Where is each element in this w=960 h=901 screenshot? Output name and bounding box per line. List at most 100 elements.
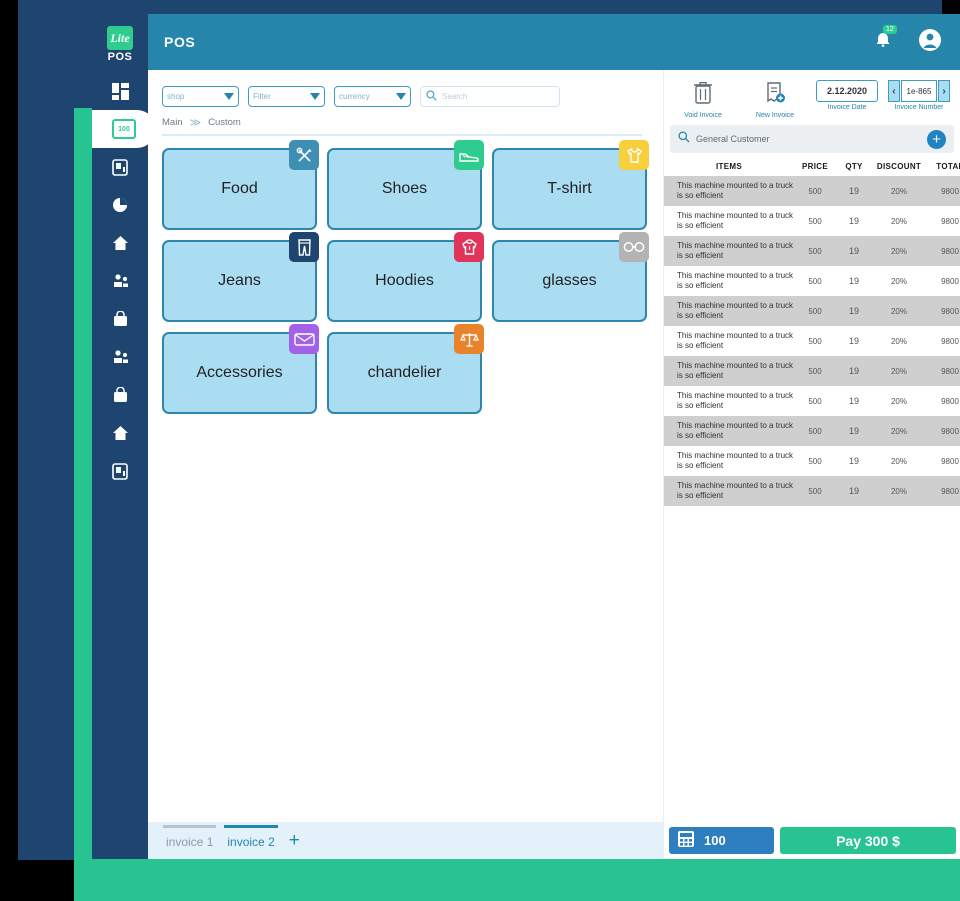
shop-dropdown[interactable]: shop bbox=[162, 86, 239, 107]
tab-indicator bbox=[224, 825, 278, 828]
sidebar-item-customers[interactable] bbox=[92, 262, 148, 300]
new-invoice-label: New Invoice bbox=[755, 112, 795, 119]
user-avatar[interactable] bbox=[918, 28, 942, 57]
item-total: 9800 bbox=[941, 216, 959, 226]
invoice-tab-label: invoice 1 bbox=[166, 835, 214, 849]
column-header-discount: DISCOUNT bbox=[876, 162, 922, 171]
invoice-next-button[interactable]: › bbox=[938, 80, 951, 102]
invoice-number-value[interactable]: 1e-865 bbox=[900, 80, 938, 102]
sidebar-item-invoices[interactable] bbox=[92, 148, 148, 186]
invoice-number-field[interactable]: ‹ 1e-865 › Invoice Number bbox=[888, 80, 951, 111]
item-qty: 19 bbox=[848, 486, 859, 496]
home-icon bbox=[112, 235, 129, 251]
item-description: This machine mounted to a truck is so ef… bbox=[677, 301, 794, 320]
customer-selector[interactable]: General Customer + bbox=[670, 125, 954, 153]
item-description: This machine mounted to a truck is so ef… bbox=[677, 241, 794, 260]
icon-sidebar: Lite POS 100 bbox=[92, 14, 156, 859]
item-description: This machine mounted to a truck is so ef… bbox=[677, 391, 794, 410]
table-row[interactable]: This machine mounted to a truck is so ef… bbox=[664, 296, 960, 326]
category-tile-food[interactable]: Food bbox=[162, 140, 319, 230]
sneaker-icon bbox=[454, 140, 484, 170]
sidebar-item-reports[interactable] bbox=[92, 186, 148, 224]
category-tile-glasses[interactable]: glasses bbox=[492, 232, 649, 322]
item-total: 9800 bbox=[941, 246, 959, 256]
table-row[interactable]: This machine mounted to a truck is so ef… bbox=[664, 236, 960, 266]
currency-dropdown-value: currency bbox=[339, 92, 370, 101]
table-row[interactable]: This machine mounted to a truck is so ef… bbox=[664, 386, 960, 416]
item-description: This machine mounted to a truck is so ef… bbox=[677, 331, 794, 350]
item-discount: 20% bbox=[890, 216, 907, 226]
tshirt-icon bbox=[619, 140, 649, 170]
sidebar-item-settings[interactable] bbox=[92, 452, 148, 490]
breadcrumb-root[interactable]: Main bbox=[162, 117, 183, 128]
invoice-tab-2[interactable]: invoice 2 bbox=[224, 825, 278, 849]
table-row[interactable]: This machine mounted to a truck is so ef… bbox=[664, 326, 960, 356]
item-discount: 20% bbox=[890, 366, 907, 376]
invoice-date-label: Invoice Date bbox=[827, 104, 867, 111]
table-row[interactable]: This machine mounted to a truck is so ef… bbox=[664, 416, 960, 446]
item-total: 9800 bbox=[941, 306, 959, 316]
item-discount: 20% bbox=[890, 306, 907, 316]
void-invoice-button[interactable]: Void Invoice bbox=[672, 80, 734, 119]
category-tile-chandelier[interactable]: chandelier bbox=[327, 324, 484, 414]
category-tile-tshirt[interactable]: T-shirt bbox=[492, 140, 649, 230]
item-discount: 20% bbox=[890, 456, 907, 466]
invoice-date-field[interactable]: 2.12.2020 Invoice Date bbox=[816, 80, 878, 111]
notifications-button[interactable]: 12 bbox=[874, 24, 897, 54]
scales-icon bbox=[454, 324, 484, 354]
sidebar-item-dashboard[interactable] bbox=[92, 72, 148, 110]
invoice-tab-1[interactable]: invoice 1 bbox=[163, 825, 217, 849]
filter-dropdown[interactable]: Filter bbox=[248, 86, 325, 107]
table-row[interactable]: This machine mounted to a truck is so ef… bbox=[664, 476, 960, 506]
invoice-items-table: ITEMS PRICE QTY DISCOUNT TOTAL This mach… bbox=[664, 157, 960, 506]
table-row[interactable]: This machine mounted to a truck is so ef… bbox=[664, 356, 960, 386]
table-row[interactable]: This machine mounted to a truck is so ef… bbox=[664, 176, 960, 206]
category-tile-accessories[interactable]: Accessories bbox=[162, 324, 319, 414]
chevron-right-icon: ≫ bbox=[189, 117, 202, 129]
sidebar-item-products[interactable] bbox=[92, 300, 148, 338]
brand-mark: Lite bbox=[107, 26, 133, 50]
item-price: 500 bbox=[808, 186, 822, 196]
item-price: 500 bbox=[808, 276, 822, 286]
new-invoice-button[interactable]: New Invoice bbox=[744, 80, 806, 119]
invoice-prev-button[interactable]: ‹ bbox=[888, 80, 900, 102]
item-discount: 20% bbox=[890, 486, 907, 496]
category-tile-shoes[interactable]: Shoes bbox=[327, 140, 484, 230]
breadcrumb-current[interactable]: Custom bbox=[208, 117, 241, 128]
pay-button[interactable]: Pay 300 $ bbox=[780, 827, 956, 854]
table-row[interactable]: This machine mounted to a truck is so ef… bbox=[664, 446, 960, 476]
add-customer-button[interactable]: + bbox=[927, 129, 946, 149]
category-tile-hoodies[interactable]: Hoodies bbox=[327, 232, 484, 322]
item-qty: 19 bbox=[848, 276, 859, 286]
add-invoice-tab-button[interactable]: + bbox=[289, 831, 300, 850]
item-price: 500 bbox=[808, 306, 822, 316]
invoice-date-value: 2.12.2020 bbox=[816, 80, 878, 102]
sidebar-item-suppliers[interactable] bbox=[92, 338, 148, 376]
item-total: 9800 bbox=[941, 186, 959, 196]
category-label: Food bbox=[221, 180, 258, 197]
item-total: 9800 bbox=[941, 366, 959, 376]
bag-icon bbox=[113, 311, 128, 327]
document-icon bbox=[112, 462, 128, 480]
item-price: 500 bbox=[808, 486, 822, 496]
item-qty: 19 bbox=[848, 216, 859, 226]
item-price: 500 bbox=[808, 216, 822, 226]
sidebar-item-pos[interactable]: 100 bbox=[92, 110, 156, 148]
table-row[interactable]: This machine mounted to a truck is so ef… bbox=[664, 206, 960, 236]
hoodie-icon bbox=[454, 232, 484, 262]
sidebar-item-stock[interactable] bbox=[92, 376, 148, 414]
currency-dropdown[interactable]: currency bbox=[334, 86, 411, 107]
item-total: 9800 bbox=[941, 426, 959, 436]
item-qty: 19 bbox=[848, 396, 859, 406]
category-tile-jeans[interactable]: Jeans bbox=[162, 232, 319, 322]
sidebar-item-branches[interactable] bbox=[92, 414, 148, 452]
table-row[interactable]: This machine mounted to a truck is so ef… bbox=[664, 266, 960, 296]
search-input[interactable]: Search bbox=[420, 86, 560, 107]
item-qty: 19 bbox=[848, 186, 859, 196]
wallet-icon bbox=[289, 324, 319, 354]
calculator-icon bbox=[677, 830, 695, 851]
calculator-button[interactable]: 100 bbox=[669, 827, 774, 854]
sidebar-item-home[interactable] bbox=[92, 224, 148, 262]
chevron-down-icon bbox=[396, 93, 406, 100]
item-price: 500 bbox=[808, 396, 822, 406]
